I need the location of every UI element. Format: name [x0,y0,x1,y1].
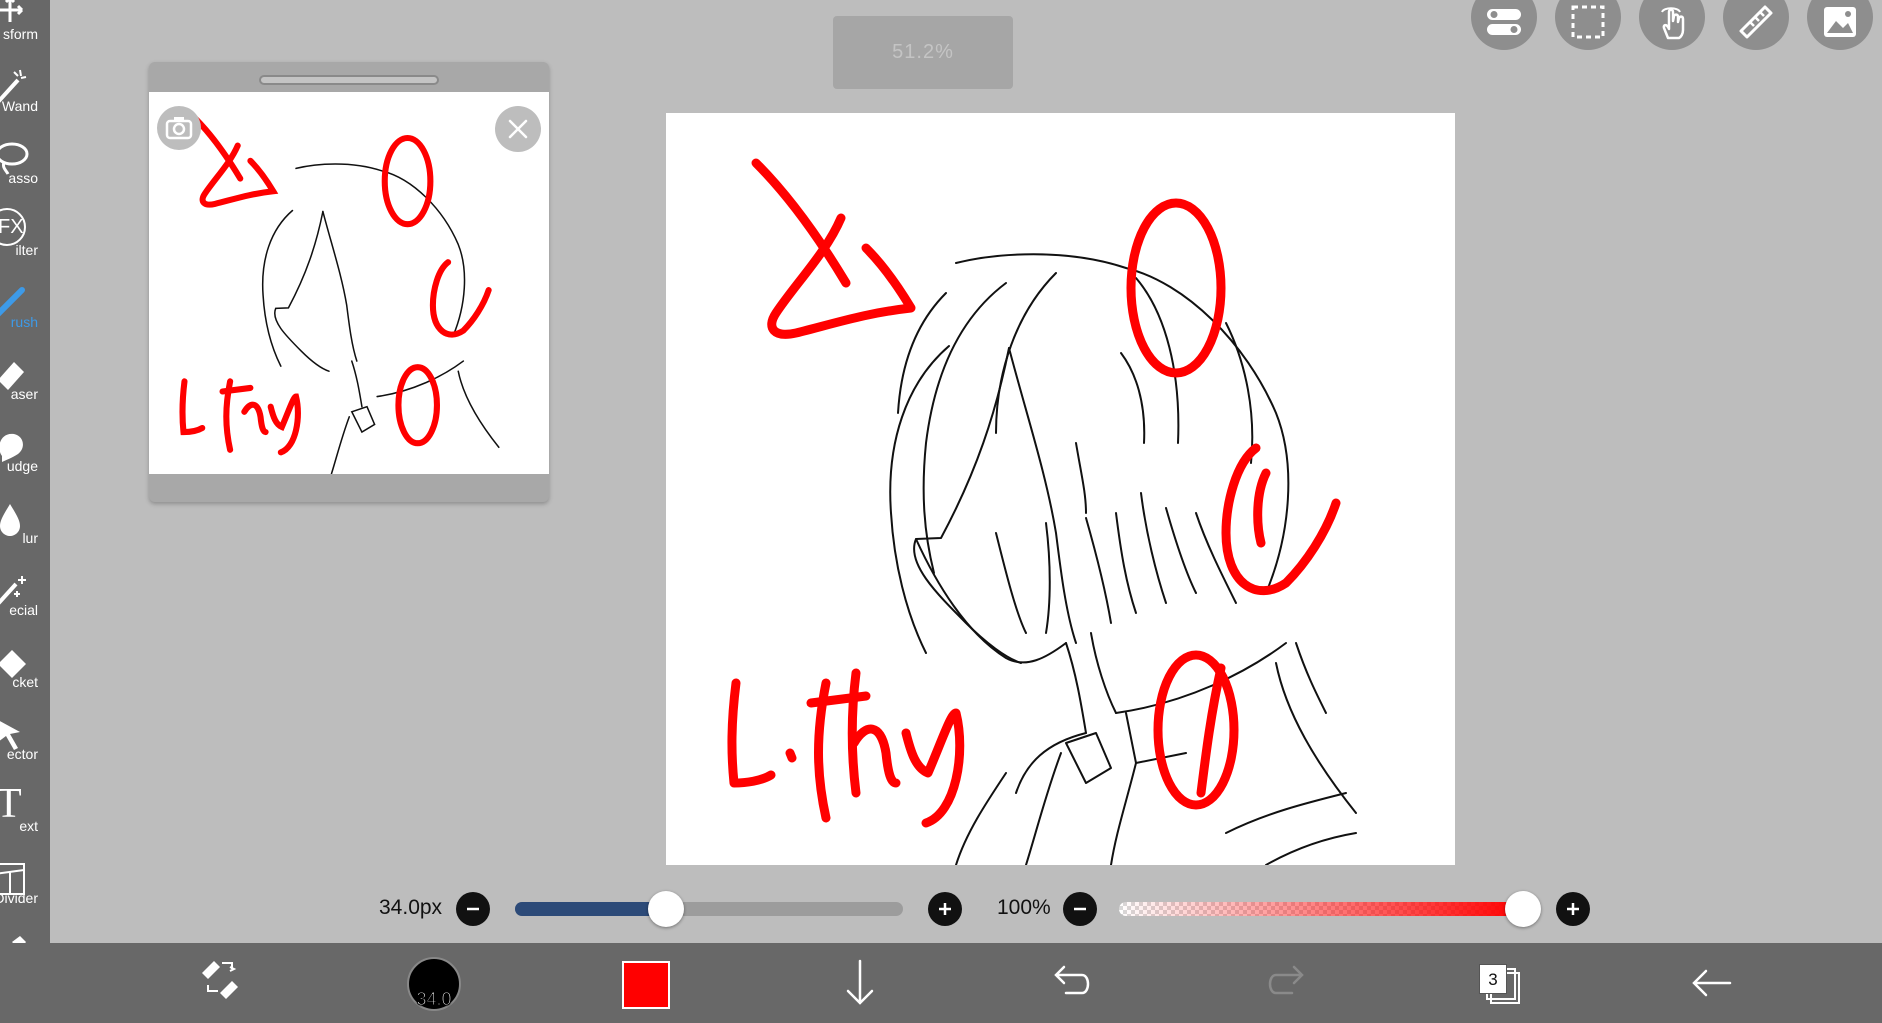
color-swatch[interactable] [622,961,670,1009]
tool-label: cket [12,674,38,690]
tool-label: udge [6,458,38,474]
opacity-fill [1119,902,1523,916]
brush-size-icon[interactable]: 34.0 [407,957,461,1011]
close-icon[interactable] [495,106,541,152]
drawing-canvas[interactable] [666,113,1455,866]
size-decrease-button[interactable] [456,892,490,926]
redo-icon[interactable] [1266,943,1306,1023]
tool-eraser[interactable]: aser [0,352,50,424]
reference-image [149,92,549,475]
size-increase-button[interactable] [928,892,962,926]
tool-label: lur [22,530,38,546]
brush-size-slider[interactable] [515,902,903,916]
tool-label: asso [8,170,38,186]
tool-label: ector [6,746,38,762]
brush-slider-row: 34.0px 100% [0,880,1882,938]
brush-size-badge: 34.0 [416,989,452,1010]
brush-size-label: 34.0px [379,896,443,919]
tool-transform[interactable]: sform [0,0,50,64]
bottom-toolbar: 34.0 3 [0,943,1882,1023]
layers-count: 3 [1479,964,1507,994]
reference-drag-handle[interactable] [259,75,439,85]
opacity-slider[interactable] [1119,902,1523,916]
text-icon: T [0,781,22,827]
tool-label: ecial [9,602,38,618]
tool-lasso[interactable]: asso [0,136,50,208]
zoom-indicator: 51.2% [833,16,1013,89]
tool-label: ilter [15,242,38,258]
tool-label: ext [19,818,38,834]
tool-sidebar: sform c Wand asso FX ilter rush aser [0,0,50,1023]
fx-filter-icon: FX [0,208,26,246]
tool-special[interactable]: ecial [0,568,50,640]
download-icon[interactable] [840,943,880,1023]
canvas-artwork [727,158,1357,866]
tool-label: rush [10,314,38,330]
tool-text[interactable]: T ext [0,781,50,856]
tool-bucket[interactable]: cket [0,640,50,712]
tool-label: c Wand [0,98,38,114]
camera-icon[interactable] [157,106,201,150]
opacity-thumb[interactable] [1505,891,1541,927]
tool-label: sform [3,26,38,42]
swap-tool-icon[interactable] [196,943,244,1023]
reference-artwork [179,114,500,475]
back-icon[interactable] [1690,943,1734,1023]
fx-glyph: FX [0,216,24,238]
tool-blur[interactable]: lur [0,496,50,568]
brush-size-fill [515,902,667,916]
undo-icon[interactable] [1052,943,1092,1023]
tool-brush[interactable]: rush [0,280,50,352]
opacity-decrease-button[interactable] [1063,892,1097,926]
tool-smudge[interactable]: udge [0,424,50,496]
tool-magic-wand[interactable]: c Wand [0,64,50,136]
reference-window[interactable] [149,62,549,502]
brush-size-thumb[interactable] [648,891,685,927]
opacity-increase-button[interactable] [1556,892,1590,926]
tool-label: aser [10,386,38,402]
tool-filter[interactable]: FX ilter [0,208,50,280]
tool-selector[interactable]: ector [0,712,50,784]
opacity-label: 100% [997,896,1051,919]
